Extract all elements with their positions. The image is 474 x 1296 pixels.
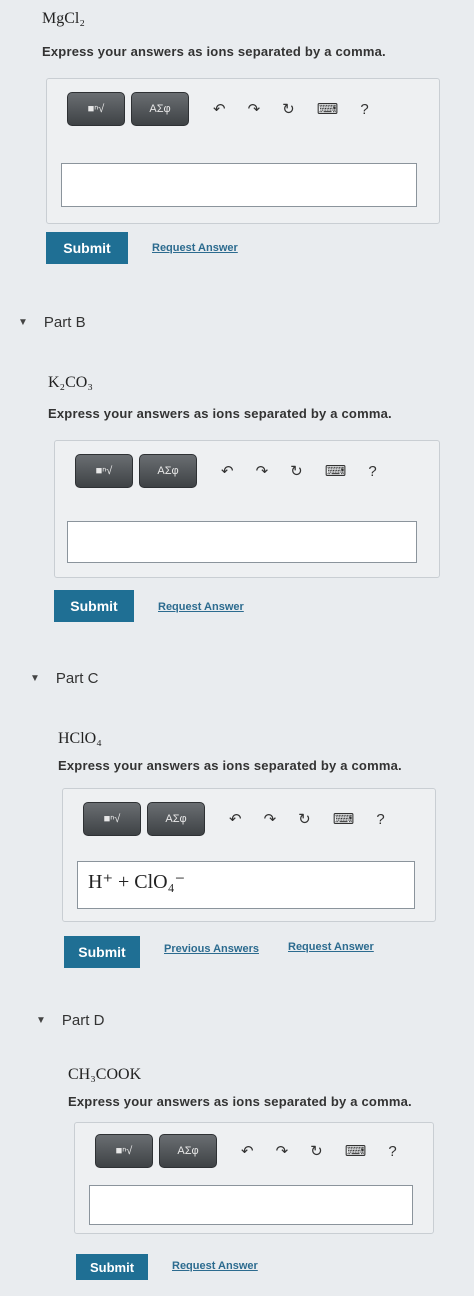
undo-icon[interactable]: ↶ xyxy=(229,810,242,828)
reset-icon[interactable]: ↻ xyxy=(290,462,303,480)
part-c-label: Part C xyxy=(55,670,99,687)
answer-input-a[interactable] xyxy=(61,163,417,207)
template-button[interactable]: ■ⁿ√ xyxy=(75,454,133,488)
help-icon[interactable]: ? xyxy=(388,1143,396,1160)
keyboard-icon[interactable]: ⌨ xyxy=(333,810,355,828)
request-answer-link-b[interactable]: Request Answer xyxy=(158,601,244,613)
toolbar-a: ■ⁿ√ AΣφ ↶ ↷ ↻ ⌨ ? xyxy=(67,91,369,127)
toolbar-c: ■ⁿ√ AΣφ ↶ ↷ ↻ ⌨ ? xyxy=(83,801,385,837)
answer-input-c[interactable]: H⁺ + ClO₄⁻ xyxy=(77,861,415,909)
reset-icon[interactable]: ↻ xyxy=(310,1142,323,1160)
formula-c: HClO₄ xyxy=(58,730,102,747)
answer-panel-b: ■ⁿ√ AΣφ ↶ ↷ ↻ ⌨ ? xyxy=(54,440,440,578)
redo-icon[interactable]: ↷ xyxy=(276,1142,289,1160)
submit-button-b[interactable]: Submit xyxy=(54,590,134,622)
symbols-button[interactable]: AΣφ xyxy=(139,454,197,488)
instruction-c: Express your answers as ions separated b… xyxy=(58,758,402,773)
request-answer-link-c[interactable]: Request Answer xyxy=(288,941,374,953)
answer-input-b[interactable] xyxy=(67,521,417,563)
collapse-caret-icon: ▼ xyxy=(30,673,40,684)
redo-icon[interactable]: ↷ xyxy=(256,462,269,480)
keyboard-icon[interactable]: ⌨ xyxy=(317,100,339,118)
template-button[interactable]: ■ⁿ√ xyxy=(67,92,125,126)
toolbar-d: ■ⁿ√ AΣφ ↶ ↷ ↻ ⌨ ? xyxy=(95,1133,397,1169)
redo-icon[interactable]: ↷ xyxy=(264,810,277,828)
help-icon[interactable]: ? xyxy=(376,811,384,828)
help-icon[interactable]: ? xyxy=(360,101,368,118)
answer-panel-a: ■ⁿ√ AΣφ ↶ ↷ ↻ ⌨ ? xyxy=(46,78,440,224)
symbols-button[interactable]: AΣφ xyxy=(131,92,189,126)
part-b-label: Part B xyxy=(43,314,86,331)
formula-a: MgCl₂ xyxy=(42,10,85,27)
answer-panel-c: ■ⁿ√ AΣφ ↶ ↷ ↻ ⌨ ? H⁺ + ClO₄⁻ xyxy=(62,788,436,922)
part-b-header[interactable]: ▼ Part B xyxy=(18,314,86,331)
collapse-caret-icon: ▼ xyxy=(36,1015,46,1026)
request-answer-link-d[interactable]: Request Answer xyxy=(172,1260,258,1272)
undo-icon[interactable]: ↶ xyxy=(241,1142,254,1160)
help-icon[interactable]: ? xyxy=(368,463,376,480)
formula-b: K₂CO₃ xyxy=(48,374,93,391)
previous-answers-link-c[interactable]: Previous Answers xyxy=(164,943,259,955)
reset-icon[interactable]: ↻ xyxy=(282,100,295,118)
keyboard-icon[interactable]: ⌨ xyxy=(345,1142,367,1160)
reset-icon[interactable]: ↻ xyxy=(298,810,311,828)
instruction-d: Express your answers as ions separated b… xyxy=(68,1094,412,1109)
submit-button-a[interactable]: Submit xyxy=(46,232,128,264)
undo-icon[interactable]: ↶ xyxy=(213,100,226,118)
part-d-header[interactable]: ▼ Part D xyxy=(36,1012,104,1029)
instruction-a: Express your answers as ions separated b… xyxy=(42,44,386,59)
keyboard-icon[interactable]: ⌨ xyxy=(325,462,347,480)
symbols-button[interactable]: AΣφ xyxy=(159,1134,217,1168)
instruction-b: Express your answers as ions separated b… xyxy=(48,406,392,421)
collapse-caret-icon: ▼ xyxy=(18,317,28,328)
template-button[interactable]: ■ⁿ√ xyxy=(95,1134,153,1168)
request-answer-link-a[interactable]: Request Answer xyxy=(152,242,238,254)
part-c-header[interactable]: ▼ Part C xyxy=(30,670,98,687)
submit-button-c[interactable]: Submit xyxy=(64,936,140,968)
undo-icon[interactable]: ↶ xyxy=(221,462,234,480)
redo-icon[interactable]: ↷ xyxy=(248,100,261,118)
part-d-label: Part D xyxy=(61,1012,105,1029)
answer-panel-d: ■ⁿ√ AΣφ ↶ ↷ ↻ ⌨ ? xyxy=(74,1122,434,1234)
symbols-button[interactable]: AΣφ xyxy=(147,802,205,836)
answer-input-d[interactable] xyxy=(89,1185,413,1225)
template-button[interactable]: ■ⁿ√ xyxy=(83,802,141,836)
toolbar-b: ■ⁿ√ AΣφ ↶ ↷ ↻ ⌨ ? xyxy=(75,453,377,489)
submit-button-d[interactable]: Submit xyxy=(76,1254,148,1280)
formula-d: CH₃COOK xyxy=(68,1066,142,1083)
